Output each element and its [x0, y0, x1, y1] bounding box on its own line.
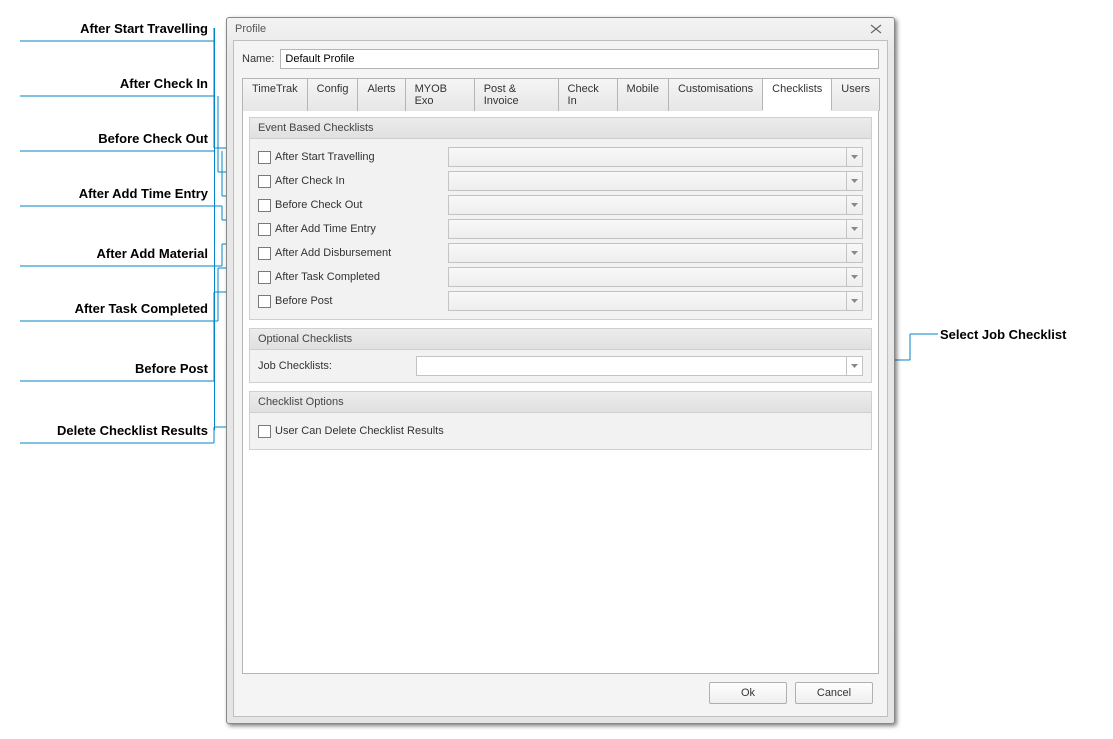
chevron-down-icon	[846, 357, 862, 375]
row-before-post: Before Post	[258, 289, 863, 313]
event-group-body: After Start Travelling After Check In	[250, 139, 871, 319]
row-after-check-in: After Check In	[258, 169, 863, 193]
job-checklists-row: Job Checklists:	[258, 356, 863, 376]
row-before-check-out: Before Check Out	[258, 193, 863, 217]
tab-timetrak[interactable]: TimeTrak	[242, 78, 308, 111]
tab-bar: TimeTrak Config Alerts MYOB Exo Post & I…	[242, 77, 879, 111]
label-user-can-delete: User Can Delete Checklist Results	[275, 425, 444, 437]
row-after-add-disbursement: After Add Disbursement	[258, 241, 863, 265]
row-after-task-completed: After Task Completed	[258, 265, 863, 289]
tab-check-in[interactable]: Check In	[558, 78, 618, 111]
name-input[interactable]	[280, 49, 879, 69]
checkbox-before-check-out[interactable]	[258, 199, 271, 212]
chevron-down-icon	[846, 220, 862, 238]
chevron-down-icon	[846, 148, 862, 166]
annotation-left-7: Delete Checklist Results	[0, 423, 208, 438]
checkbox-before-post[interactable]	[258, 295, 271, 308]
label-after-task-completed: After Task Completed	[275, 271, 380, 283]
combo-before-post[interactable]	[448, 291, 863, 311]
cancel-button[interactable]: Cancel	[795, 682, 873, 704]
combo-before-check-out[interactable]	[448, 195, 863, 215]
combo-after-add-time-entry[interactable]	[448, 219, 863, 239]
dialog-footer: Ok Cancel	[242, 674, 879, 708]
dialog-content: Name: TimeTrak Config Alerts MYOB Exo Po…	[233, 40, 888, 717]
job-checklists-combo[interactable]	[416, 356, 863, 376]
checkbox-after-check-in[interactable]	[258, 175, 271, 188]
optional-group-body: Job Checklists:	[250, 350, 871, 382]
close-button[interactable]	[864, 21, 888, 37]
label-before-post: Before Post	[275, 295, 332, 307]
chevron-down-icon	[846, 244, 862, 262]
options-group: Checklist Options User Can Delete Checkl…	[249, 391, 872, 450]
checkbox-after-start-travelling[interactable]	[258, 151, 271, 164]
options-group-title: Checklist Options	[250, 392, 871, 413]
close-icon	[870, 24, 882, 34]
label-after-add-disbursement: After Add Disbursement	[275, 247, 391, 259]
tab-users[interactable]: Users	[831, 78, 880, 111]
tab-config[interactable]: Config	[307, 78, 359, 111]
annotation-left-4: After Add Material	[0, 246, 208, 261]
combo-after-add-disbursement[interactable]	[448, 243, 863, 263]
annotation-left-1: After Check In	[0, 76, 208, 91]
event-group-title: Event Based Checklists	[250, 118, 871, 139]
label-before-check-out: Before Check Out	[275, 199, 362, 211]
row-user-can-delete: User Can Delete Checklist Results	[258, 419, 863, 443]
combo-after-start-travelling[interactable]	[448, 147, 863, 167]
callout-guide-left	[214, 28, 215, 430]
tab-post-invoice[interactable]: Post & Invoice	[474, 78, 559, 111]
titlebar: Profile	[227, 18, 894, 40]
tab-mobile[interactable]: Mobile	[617, 78, 669, 111]
annotation-left-0: After Start Travelling	[0, 21, 208, 36]
label-after-start-travelling: After Start Travelling	[275, 151, 375, 163]
annotation-right: Select Job Checklist	[940, 327, 1066, 342]
optional-group: Optional Checklists Job Checklists:	[249, 328, 872, 383]
combo-after-check-in[interactable]	[448, 171, 863, 191]
tab-alerts[interactable]: Alerts	[357, 78, 405, 111]
row-after-add-time-entry: After Add Time Entry	[258, 217, 863, 241]
chevron-down-icon	[846, 292, 862, 310]
annotation-left-2: Before Check Out	[0, 131, 208, 146]
label-after-add-time-entry: After Add Time Entry	[275, 223, 376, 235]
name-label: Name:	[242, 53, 274, 65]
checkbox-after-task-completed[interactable]	[258, 271, 271, 284]
tab-checklists[interactable]: Checklists	[762, 78, 832, 111]
checkbox-user-can-delete[interactable]	[258, 425, 271, 438]
event-based-group: Event Based Checklists After Start Trave…	[249, 117, 872, 320]
annotation-left-5: After Task Completed	[0, 301, 208, 316]
chevron-down-icon	[846, 196, 862, 214]
tab-myob-exo[interactable]: MYOB Exo	[405, 78, 475, 111]
row-after-start-travelling: After Start Travelling	[258, 145, 863, 169]
annotation-left-3: After Add Time Entry	[0, 186, 208, 201]
profile-dialog: Profile Name: TimeTrak Config Alerts MYO…	[226, 17, 895, 724]
ok-button[interactable]: Ok	[709, 682, 787, 704]
checkbox-after-add-disbursement[interactable]	[258, 247, 271, 260]
label-after-check-in: After Check In	[275, 175, 345, 187]
checkbox-after-add-time-entry[interactable]	[258, 223, 271, 236]
tab-body: Event Based Checklists After Start Trave…	[242, 111, 879, 674]
chevron-down-icon	[846, 172, 862, 190]
combo-after-task-completed[interactable]	[448, 267, 863, 287]
dialog-title: Profile	[235, 23, 266, 35]
job-checklists-label: Job Checklists:	[258, 360, 408, 372]
optional-group-title: Optional Checklists	[250, 329, 871, 350]
chevron-down-icon	[846, 268, 862, 286]
annotation-left-6: Before Post	[0, 361, 208, 376]
name-row: Name:	[242, 49, 879, 69]
options-group-body: User Can Delete Checklist Results	[250, 413, 871, 449]
tab-customisations[interactable]: Customisations	[668, 78, 763, 111]
